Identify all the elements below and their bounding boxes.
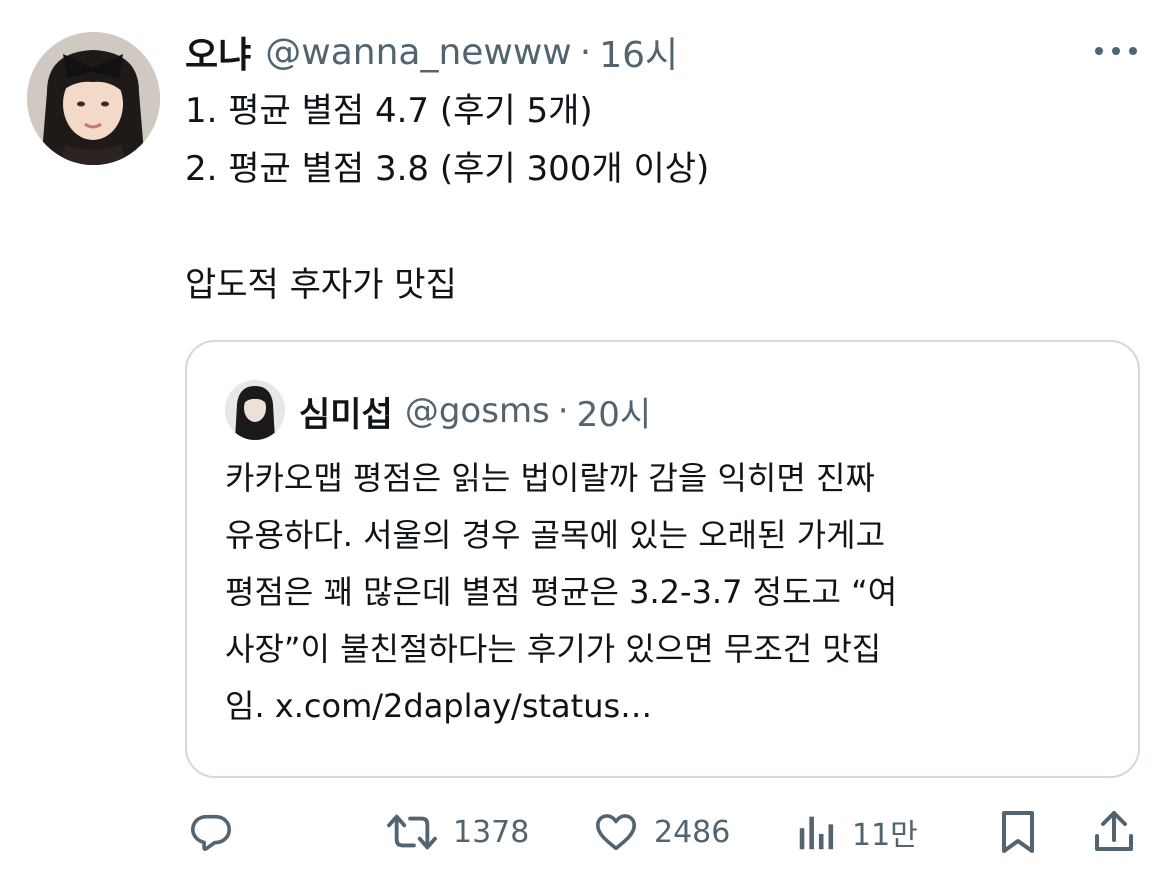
quoted-author-name[interactable]: 심미섭 (299, 387, 393, 436)
share-button[interactable] (1092, 806, 1136, 858)
reply-icon (190, 814, 232, 851)
quoted-tweet-line: 임. x.com/2daplay/status… (225, 687, 653, 725)
quoted-author-avatar-image (225, 380, 285, 440)
bookmark-button[interactable] (996, 806, 1040, 858)
tweet-timestamp[interactable]: 16시 (599, 26, 678, 78)
heart-icon (595, 814, 637, 851)
quoted-tweet-line: 평점은 꽤 많은데 별점 평균은 3.2-3.7 정도고 “여 (225, 573, 898, 611)
quoted-tweet-header: 심미섭 @gosms · 20시 (299, 386, 651, 436)
quoted-tweet-card[interactable]: 심미섭 @gosms · 20시 카카오맵 평점은 읽는 법이랄까 감을 익히면… (185, 340, 1140, 778)
more-options-button[interactable] (1092, 36, 1140, 66)
views-icon (799, 816, 834, 850)
author-name[interactable]: 오냐 (185, 26, 251, 78)
action-bar: 1378 2486 11만 (0, 800, 1170, 864)
author-handle[interactable]: @wanna_newww (265, 32, 572, 73)
like-button[interactable]: 2486 (592, 806, 730, 858)
quoted-tweet-line: 사장”이 불친절하다는 후기가 있으면 무조건 맛집 (225, 630, 882, 668)
quoted-author-handle[interactable]: @gosms (405, 391, 550, 431)
like-count: 2486 (654, 814, 731, 850)
author-avatar[interactable] (27, 32, 160, 165)
share-icon (1095, 811, 1133, 851)
header-separator: · (579, 31, 592, 73)
views-count: 11만 (852, 818, 918, 853)
reply-button[interactable] (188, 806, 234, 858)
views-button[interactable]: 11만 (796, 806, 918, 858)
tweet-line: 압도적 후자가 맛집 (185, 265, 457, 305)
quoted-tweet-body: 카카오맵 평점은 읽는 법이랄까 감을 익히면 진짜 유용하다. 서울의 경우 … (225, 450, 1105, 735)
retweet-count: 1378 (453, 814, 530, 850)
quoted-tweet-timestamp[interactable]: 20시 (577, 387, 652, 436)
quoted-tweet-line: 유용하다. 서울의 경우 골목에 있는 오래된 가게고 (225, 516, 886, 554)
tweet-line: 2. 평균 별점 3.8 (후기 300개 이상) (185, 149, 710, 189)
bookmark-icon (1002, 811, 1034, 853)
tweet-line: 1. 평균 별점 4.7 (후기 5개) (185, 91, 593, 131)
tweet-header: 오냐 @wanna_newww · 16시 (185, 26, 678, 78)
retweet-icon (387, 814, 437, 850)
quoted-author-avatar[interactable] (225, 380, 285, 440)
author-avatar-image (27, 32, 160, 165)
retweet-button[interactable]: 1378 (385, 806, 529, 858)
more-icon (1095, 47, 1137, 55)
tweet-body: 1. 평균 별점 4.7 (후기 5개) 2. 평균 별점 3.8 (후기 30… (185, 82, 1135, 314)
quoted-tweet-line: 카카오맵 평점은 읽는 법이랄까 감을 익히면 진짜 (225, 459, 875, 497)
quoted-header-separator: · (557, 391, 569, 431)
